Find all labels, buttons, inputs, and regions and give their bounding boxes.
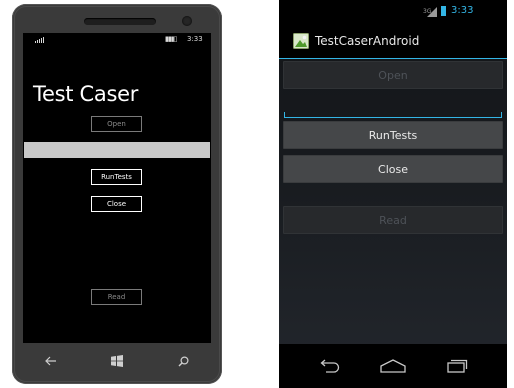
open-button[interactable]: Open <box>91 116 142 132</box>
windows-phone-screen: ▮▮▮▯ 3:33 Test Caser Open RunTests Close… <box>23 33 211 343</box>
back-icon[interactable] <box>315 356 345 376</box>
wp-clock: 3:33 <box>187 35 203 43</box>
run-tests-button-label: RunTests <box>368 128 418 142</box>
wp-status-bar: ▮▮▮▯ 3:33 <box>23 33 211 47</box>
read-button-label: Read <box>379 213 407 227</box>
app-icon <box>293 33 309 49</box>
home-icon[interactable] <box>378 356 408 376</box>
signal-strength-icon <box>427 7 437 17</box>
phone-speaker <box>84 18 156 25</box>
phone-camera <box>182 16 192 26</box>
open-button[interactable]: Open <box>283 61 503 89</box>
signal-strength-icon <box>35 37 44 43</box>
back-arrow-icon[interactable] <box>41 351 61 371</box>
page-title: Test Caser <box>33 82 139 106</box>
run-tests-button-label: RunTests <box>101 173 132 181</box>
windows-logo-icon[interactable] <box>107 351 127 371</box>
close-button[interactable]: Close <box>91 196 142 212</box>
android-navigation-bar <box>279 344 507 388</box>
open-button-label: Open <box>107 120 126 128</box>
battery-icon <box>441 6 446 16</box>
edit-text-input[interactable] <box>285 92 501 118</box>
recent-apps-icon[interactable] <box>441 356 471 376</box>
android-screen: 3G 3:33 TestCaserAndroid Open RunTests C… <box>279 0 507 388</box>
close-button-label: Close <box>106 200 127 208</box>
run-tests-button[interactable]: RunTests <box>283 121 503 149</box>
open-button-label: Open <box>378 68 408 82</box>
text-input[interactable] <box>24 142 210 158</box>
app-title: TestCaserAndroid <box>315 34 420 48</box>
android-clock: 3:33 <box>451 5 474 16</box>
read-button[interactable]: Read <box>283 206 503 234</box>
edit-text-left-tick <box>284 112 285 118</box>
battery-icon: ▮▮▮▯ <box>165 35 177 43</box>
windows-phone-device: ▮▮▮▯ 3:33 Test Caser Open RunTests Close… <box>12 4 222 384</box>
android-status-bar: 3G 3:33 <box>279 0 507 26</box>
edit-text-right-tick <box>501 112 502 118</box>
close-button-label: Close <box>378 162 408 176</box>
run-tests-button[interactable]: RunTests <box>91 169 142 185</box>
read-button-label: Read <box>107 293 126 301</box>
close-button[interactable]: Close <box>283 155 503 183</box>
read-button[interactable]: Read <box>91 289 142 305</box>
search-icon[interactable] <box>173 351 193 371</box>
wp-navigation-bar <box>23 343 211 379</box>
